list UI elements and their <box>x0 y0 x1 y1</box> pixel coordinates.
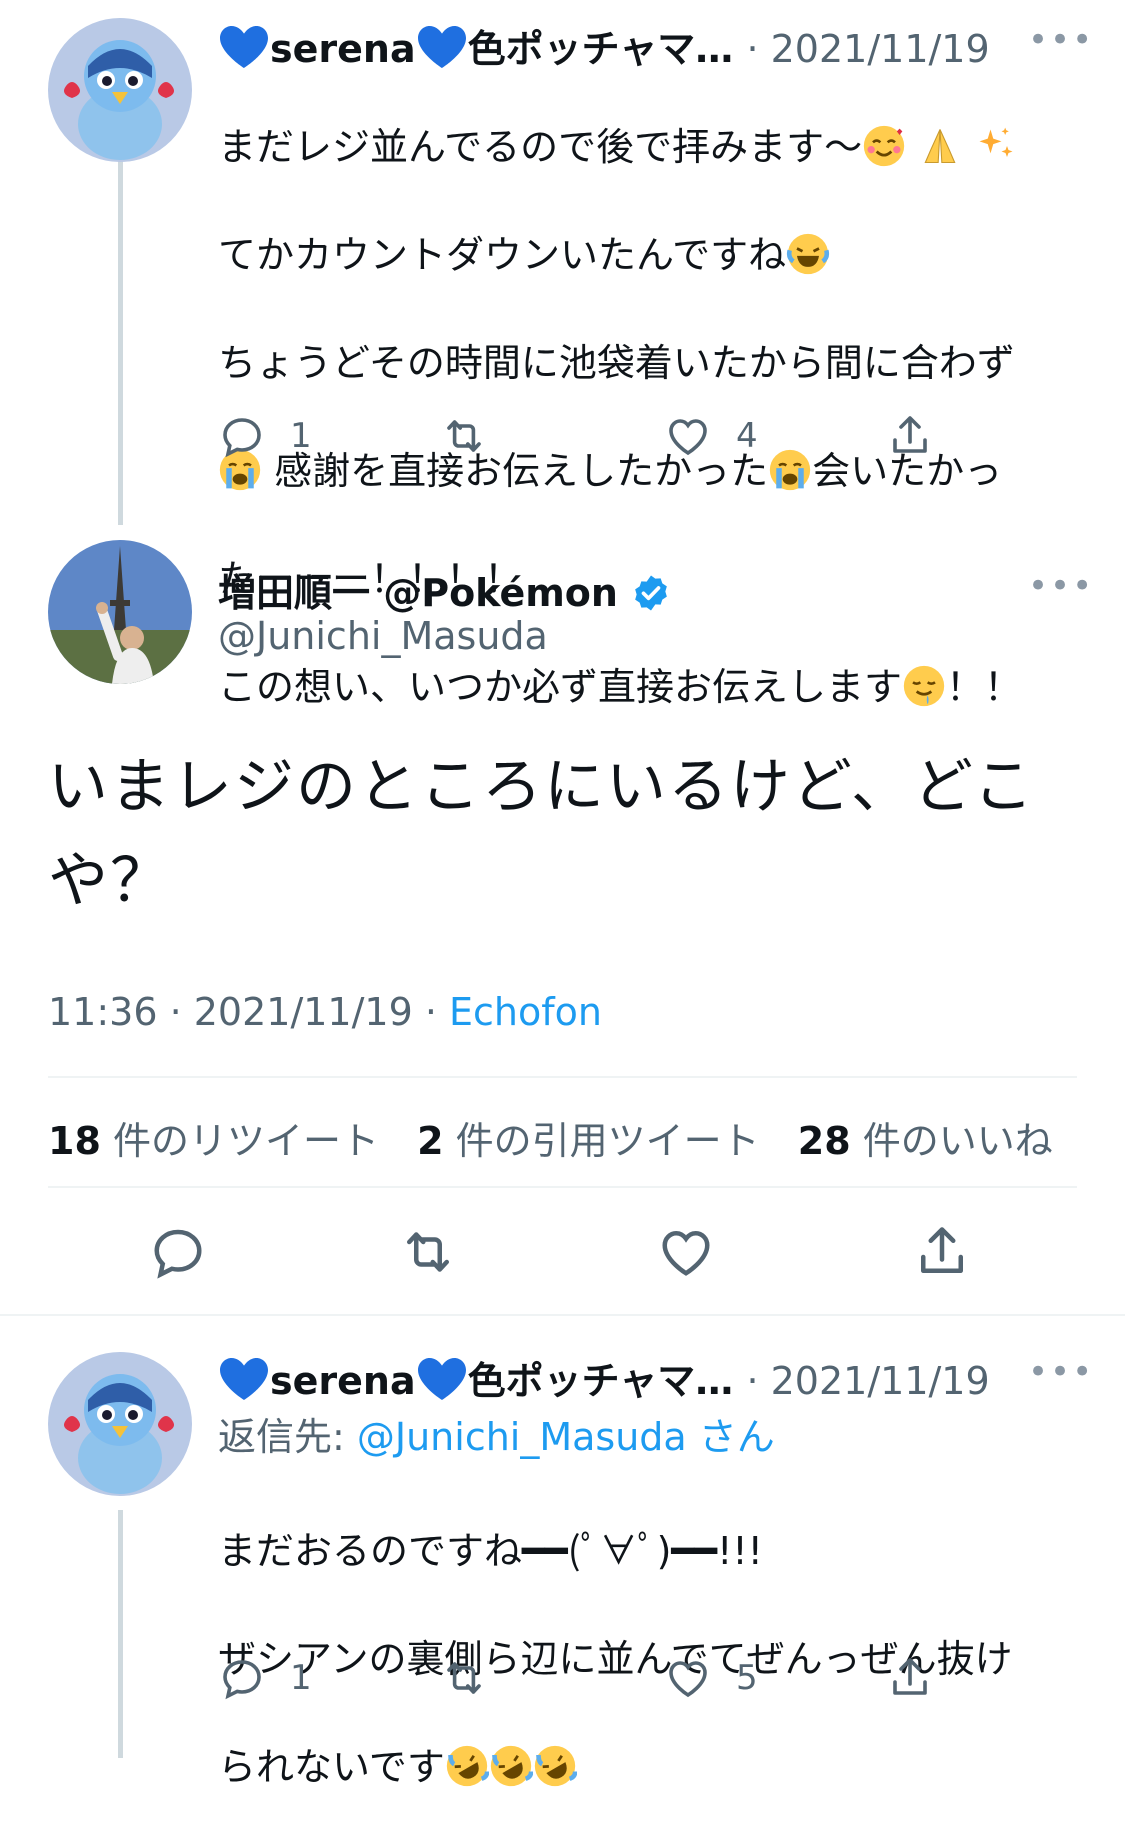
tweet-line: まだおるのですね━━(ﾟ∀ﾟ)━━!!! <box>218 1529 763 1573</box>
avatar-serena-bottom[interactable] <box>48 1352 192 1496</box>
more-options-icon[interactable]: ••• <box>1028 20 1094 60</box>
likes-count: 28 <box>797 1119 851 1163</box>
more-options-icon[interactable]: ••• <box>1028 1352 1094 1392</box>
retweet-icon <box>440 412 488 460</box>
tweet-source-link[interactable]: Echofon <box>449 990 602 1034</box>
like-count: 4 <box>736 416 758 456</box>
share-button[interactable] <box>886 412 934 460</box>
blue-heart-icon <box>218 1356 270 1402</box>
share-button[interactable] <box>912 1222 972 1282</box>
retweet-icon <box>398 1222 458 1282</box>
author-name-b: 色ポッチャマ… <box>467 1359 734 1403</box>
thread-line-bottom <box>118 1510 123 1758</box>
author-line-top[interactable]: serena 色ポッチャマ… · 2021/11/19 <box>218 18 990 73</box>
retweets-label: 件のリツイート <box>112 1119 379 1163</box>
tears-of-joy-emoji-icon <box>786 232 830 276</box>
main-text-line: いまレジのところにいるけど、どこ <box>48 752 1036 822</box>
author-name-masuda[interactable]: 増田順一 @Pokémon <box>218 562 671 617</box>
drooling-emoji-icon <box>902 664 946 708</box>
reply-handle-link[interactable]: @Junichi_Masuda <box>357 1415 687 1459</box>
tweet-line: ちょうどその時間に池袋着いたから間に合わず <box>218 341 1015 385</box>
like-button[interactable]: 5 <box>664 1654 758 1702</box>
retweet-button[interactable] <box>440 412 488 460</box>
reply-button[interactable]: 1 <box>218 1654 312 1702</box>
smiling-hearts-emoji-icon <box>862 124 906 168</box>
main-text-line: や？ <box>48 846 172 916</box>
share-icon <box>912 1222 972 1282</box>
tweet-timestamp[interactable]: 11:36 · 2021/11/19 · <box>48 990 449 1034</box>
replying-to: 返信先: @Junichi_Masuda さん <box>218 1406 775 1461</box>
rofl-emoji-icon <box>445 1744 489 1788</box>
reply-prefix: 返信先: <box>218 1415 357 1459</box>
tweet-date[interactable]: · 2021/11/19 <box>746 27 989 71</box>
like-count: 5 <box>736 1658 758 1698</box>
like-button[interactable]: 4 <box>664 412 758 460</box>
blue-heart-icon <box>416 24 468 70</box>
heart-icon <box>664 412 712 460</box>
retweet-button[interactable] <box>398 1222 458 1282</box>
tweet-line: この想い、いつか必ず直接お伝えします <box>218 665 903 709</box>
avatar-masuda[interactable] <box>48 540 192 684</box>
divider <box>48 1186 1077 1188</box>
verified-badge-icon <box>635 575 668 611</box>
share-icon <box>886 1654 934 1702</box>
author-line-bottom[interactable]: serena 色ポッチャマ… · 2021/11/19 <box>218 1350 990 1405</box>
engagement-stats: 18 件のリツイート 2 件の引用ツイート 28 件のいいね <box>48 1110 1053 1165</box>
divider <box>48 1076 1077 1078</box>
more-options-icon[interactable]: ••• <box>1028 566 1094 606</box>
share-button[interactable] <box>886 1654 934 1702</box>
retweets-count: 18 <box>48 1119 101 1163</box>
reply-icon <box>218 1654 266 1702</box>
thread-line-top <box>118 160 123 525</box>
likes-label: 件のいいね <box>862 1119 1053 1163</box>
reply-count: 1 <box>290 416 312 456</box>
tweet-body-top: まだレジ並んでるので後で拝みます〜 てかカウントダウンいたんですね ちょうどその… <box>218 66 1098 768</box>
tweet-line: まだレジ並んでるので後で拝みます〜 <box>218 125 863 169</box>
like-button[interactable] <box>656 1222 716 1282</box>
quotes-label: 件の引用ツイート <box>455 1119 760 1163</box>
sparkles-emoji-icon <box>974 124 1018 168</box>
likes-stat[interactable]: 28 件のいいね <box>798 1119 1053 1163</box>
display-name: 増田順一 @Pokémon <box>218 571 618 615</box>
author-name-b: 色ポッチャマ… <box>467 27 734 71</box>
reply-button[interactable] <box>148 1222 208 1282</box>
author-name-a: serena <box>270 1359 416 1403</box>
author-name-a: serena <box>270 27 416 71</box>
heart-icon <box>656 1222 716 1282</box>
avatar-serena-top[interactable] <box>48 18 192 162</box>
tweet-body-bottom: まだおるのですね━━(ﾟ∀ﾟ)━━!!! ザシアンの裏側ら辺に並んでてぜんっぜん… <box>218 1470 1098 1848</box>
tweet-meta: 11:36 · 2021/11/19 · Echofon <box>48 990 602 1034</box>
reply-count: 1 <box>290 1658 312 1698</box>
tweet-date[interactable]: · 2021/11/19 <box>746 1359 989 1403</box>
quotes-count: 2 <box>417 1119 444 1163</box>
handle-masuda[interactable]: @Junichi_Masuda <box>218 614 548 658</box>
reply-icon <box>218 412 266 460</box>
reply-icon <box>148 1222 208 1282</box>
tweet-line: てかカウントダウンいたんですね <box>218 233 787 277</box>
retweets-stat[interactable]: 18 件のリツイート <box>48 1119 379 1163</box>
retweet-icon <box>440 1654 488 1702</box>
tweet-line: られないです <box>218 1745 445 1789</box>
crying-emoji-icon <box>768 448 812 492</box>
heart-icon <box>664 1654 712 1702</box>
reply-button[interactable]: 1 <box>218 412 312 460</box>
blue-heart-icon <box>416 1356 468 1402</box>
quotes-stat[interactable]: 2 件の引用ツイート <box>417 1119 760 1163</box>
tweet-line: ！！ <box>946 665 1023 709</box>
folded-hands-emoji-icon <box>918 124 962 168</box>
retweet-button[interactable] <box>440 1654 488 1702</box>
rofl-emoji-icon <box>533 1744 577 1788</box>
reply-suffix: さん <box>686 1415 775 1459</box>
blue-heart-icon <box>218 24 270 70</box>
share-icon <box>886 412 934 460</box>
rofl-emoji-icon <box>489 1744 533 1788</box>
divider <box>0 1314 1125 1316</box>
main-tweet-text: いまレジのところにいるけど、どこ や？ <box>48 740 1035 928</box>
